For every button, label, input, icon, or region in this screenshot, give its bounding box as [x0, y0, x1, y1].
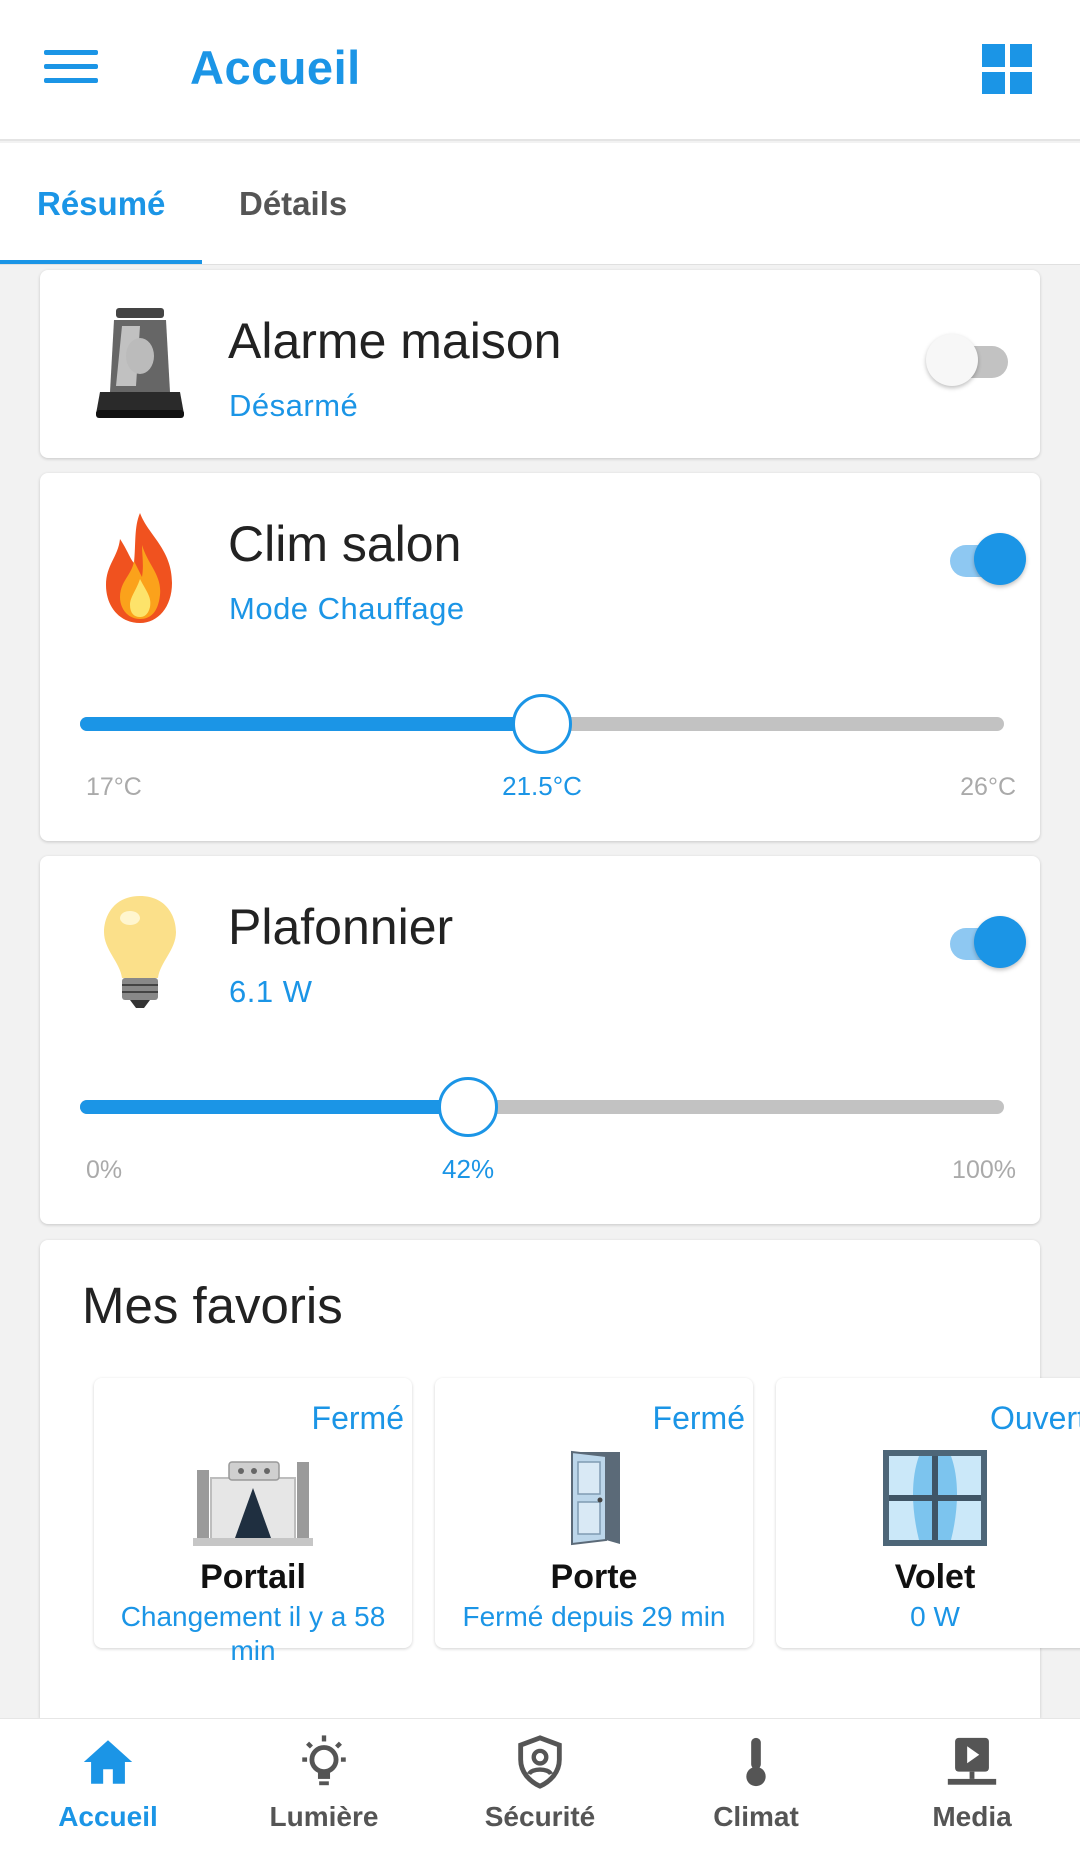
hamburger-menu-icon[interactable]	[44, 50, 98, 86]
toggle-knob	[926, 334, 978, 386]
slider-thumb[interactable]	[438, 1077, 499, 1137]
favorite-name: Portail	[200, 1558, 306, 1596]
favorite-name: Volet	[894, 1558, 976, 1596]
nav-accueil[interactable]: Accueil	[0, 1731, 216, 1843]
favorite-info: Fermé depuis 29 min	[462, 1601, 726, 1632]
favorite-info: 0 W	[910, 1601, 960, 1632]
bulb-outline-icon	[302, 1735, 346, 1786]
favorite-info: Changement il y a 58 min	[120, 1601, 386, 1666]
tab-resume[interactable]: Résumé	[37, 185, 165, 223]
favorite-state: Ouvert	[989, 1400, 1080, 1436]
thermometer-icon	[746, 1737, 766, 1787]
alarm-title: Alarme maison	[228, 313, 562, 369]
plafonnier-card[interactable]: Plafonnier 6.1 W 0% 42% 100%	[40, 856, 1040, 1224]
toggle-knob	[974, 916, 1026, 968]
slider-value-label: 21.5°C	[502, 771, 582, 801]
slider-max-label: 100%	[952, 1156, 1016, 1184]
slider-fill	[80, 717, 542, 731]
media-player-icon	[947, 1737, 997, 1785]
favorites-title: Mes favoris	[82, 1277, 343, 1334]
slider-max-label: 26°C	[960, 773, 1016, 801]
favorite-state: Fermé	[311, 1400, 404, 1436]
favorite-porte[interactable]: Fermé Porte Fermé depuis 29 min	[435, 1378, 753, 1648]
flame-icon	[106, 513, 172, 623]
alarm-toggle[interactable]	[926, 330, 1014, 390]
clim-toggle[interactable]	[938, 529, 1026, 589]
nav-label: Accueil	[58, 1801, 158, 1832]
grid-view-icon[interactable]	[982, 44, 1032, 94]
app-bar: Accueil	[0, 0, 1080, 141]
tab-bar: Résumé Détails	[0, 143, 1080, 265]
clim-status: Mode Chauffage	[229, 591, 465, 626]
alarm-card[interactable]: Alarme maison Désarmé	[40, 270, 1040, 458]
page-title: Accueil	[190, 41, 361, 94]
clim-card[interactable]: Clim salon Mode Chauffage 17°C 21.5°C 26…	[40, 473, 1040, 841]
bottom-navigation: Accueil Lumière Sécurité Climat Media	[0, 1718, 1080, 1850]
favorite-volet[interactable]: Ouvert Volet 0 W	[776, 1378, 1080, 1648]
door-icon	[571, 1450, 620, 1546]
favorite-state: Fermé	[652, 1400, 745, 1436]
nav-climat[interactable]: Climat	[648, 1731, 864, 1843]
favorite-portail[interactable]: Fermé Portail Changement il y a 58 min	[94, 1378, 412, 1666]
gate-icon	[193, 1461, 313, 1546]
shield-person-icon	[518, 1735, 562, 1789]
siren-icon	[96, 308, 184, 418]
nav-label: Sécurité	[484, 1801, 596, 1832]
favorite-name: Porte	[550, 1558, 638, 1596]
nav-lumiere[interactable]: Lumière	[216, 1731, 432, 1843]
light-bulb-icon	[104, 896, 176, 1008]
window-shutter-icon	[883, 1450, 987, 1546]
nav-label: Lumière	[269, 1801, 379, 1832]
slider-min-label: 0%	[86, 1156, 123, 1184]
nav-label: Climat	[713, 1801, 799, 1832]
slider-thumb[interactable]	[512, 694, 572, 754]
home-icon	[83, 1740, 133, 1784]
alarm-status: Désarmé	[229, 388, 359, 423]
plafonnier-power: 6.1 W	[229, 974, 313, 1009]
tab-details[interactable]: Détails	[239, 185, 347, 223]
favorites-card: Mes favoris Fermé Portail Changement il …	[40, 1240, 1080, 1718]
brightness-slider[interactable]	[80, 1076, 1004, 1137]
clim-title: Clim salon	[228, 516, 462, 572]
temperature-slider[interactable]	[80, 693, 1004, 754]
toggle-knob	[974, 533, 1026, 585]
slider-value-label: 42%	[442, 1154, 495, 1184]
plafonnier-title: Plafonnier	[228, 899, 454, 955]
nav-label: Media	[932, 1801, 1012, 1832]
nav-media[interactable]: Media	[864, 1731, 1080, 1843]
plafonnier-toggle[interactable]	[938, 912, 1026, 972]
active-tab-indicator	[0, 260, 202, 264]
slider-min-label: 17°C	[86, 773, 142, 801]
nav-securite[interactable]: Sécurité	[432, 1731, 648, 1843]
slider-fill	[80, 1100, 469, 1114]
